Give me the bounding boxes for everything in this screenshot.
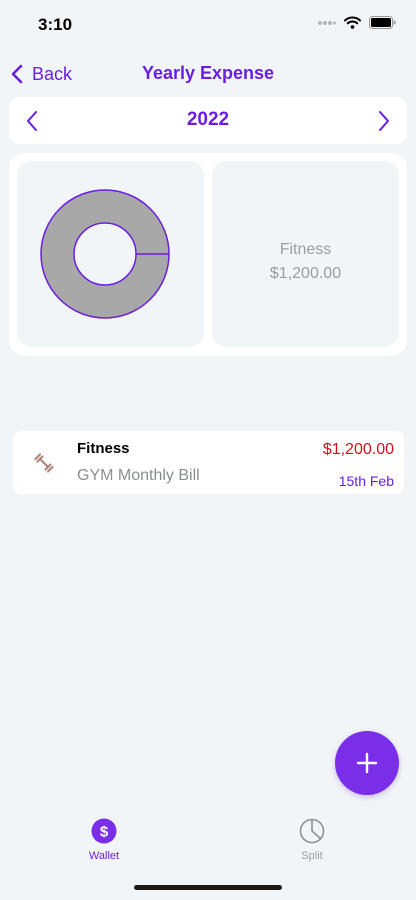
plus-icon [356, 752, 378, 774]
expense-amount: $1,200.00 [322, 441, 394, 458]
chevron-left-icon [11, 64, 23, 84]
tab-split[interactable]: Split [272, 818, 352, 866]
chevron-right-icon [379, 111, 389, 131]
yearly-expense-screen: 3:10 Back Yearly Expense 2022 Fitness $1… [0, 0, 416, 900]
donut-chart[interactable] [17, 161, 204, 347]
selected-category: Fitness [279, 241, 332, 258]
back-label: Back [32, 63, 73, 84]
status-icons [318, 16, 396, 29]
selected-amount: $1,200.00 [269, 265, 342, 282]
tab-wallet[interactable]: $ Wallet [64, 818, 144, 866]
tab-wallet-label: Wallet [88, 850, 120, 862]
year-label: 2022 [186, 109, 230, 130]
dumbbell-icon [34, 453, 54, 473]
expense-category: Fitness [77, 440, 130, 457]
add-expense-button[interactable] [335, 731, 399, 795]
summary-card: Fitness $1,200.00 [9, 153, 407, 356]
status-time: 3:10 [38, 15, 73, 34]
expense-list-item[interactable]: Fitness GYM Monthly Bill $1,200.00 15th … [13, 431, 404, 494]
year-selector: 2022 [9, 97, 407, 144]
home-indicator [134, 885, 282, 890]
wifi-icon [344, 16, 361, 29]
next-year-button[interactable] [371, 108, 397, 134]
expense-date: 15th Feb [338, 473, 394, 489]
svg-text:$: $ [100, 824, 109, 841]
signal-dots-icon [318, 20, 336, 25]
expense-description: GYM Monthly Bill [77, 467, 200, 484]
dollar-icon: $ [91, 818, 117, 844]
donut-chart-panel [17, 161, 204, 347]
category-summary-panel: Fitness $1,200.00 [212, 161, 399, 347]
battery-icon [369, 16, 396, 29]
back-button[interactable]: Back [10, 62, 72, 86]
tab-split-label: Split [301, 850, 323, 862]
pie-chart-icon [299, 818, 325, 844]
